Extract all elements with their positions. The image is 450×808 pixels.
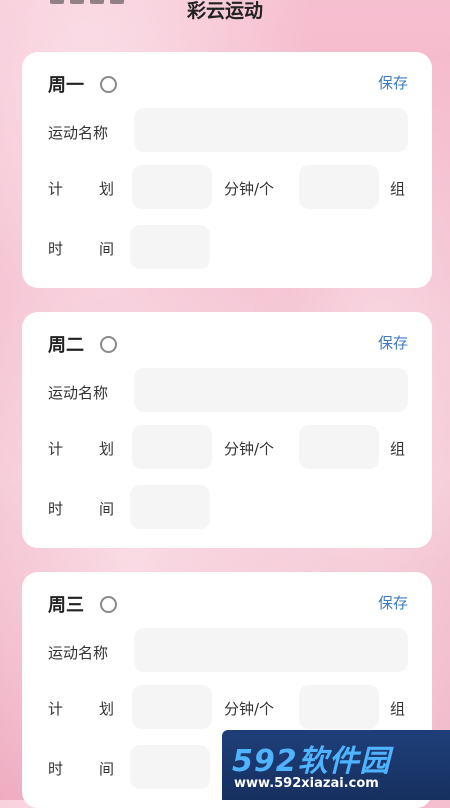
time-label-char-1: 时: [48, 760, 64, 778]
minutes-unit-label: 分钟/个: [224, 440, 275, 458]
plan-sets-input[interactable]: [299, 165, 379, 209]
card-header: 周二: [48, 332, 117, 356]
sets-unit-label: 组: [390, 440, 406, 458]
plan-label-char-2: 划: [98, 440, 114, 458]
save-button[interactable]: 保存: [378, 592, 408, 613]
time-label-char-2: 间: [98, 500, 114, 518]
card-header: 周一: [48, 72, 117, 96]
day-label: 周二: [48, 335, 84, 356]
time-label: 时间: [48, 498, 114, 519]
plan-label: 计划: [48, 438, 114, 459]
plan-label-char-1: 计: [48, 700, 64, 718]
exercise-name-label: 运动名称: [48, 644, 109, 662]
exercise-name-label: 运动名称: [48, 124, 109, 142]
plan-minutes-input[interactable]: [132, 165, 212, 209]
save-button[interactable]: 保存: [378, 72, 408, 93]
plan-minutes-input[interactable]: [132, 425, 212, 469]
day-select-radio[interactable]: [100, 595, 117, 613]
save-button[interactable]: 保存: [378, 332, 408, 353]
page-title: 彩云运动: [186, 0, 263, 22]
sets-unit-label: 组: [390, 180, 406, 198]
plan-label: 计划: [48, 698, 114, 719]
exercise-name-input[interactable]: [134, 108, 408, 152]
watermark-logo: 592软件园 www.592xiazai.com: [222, 730, 450, 800]
exercise-name-input[interactable]: [134, 628, 408, 672]
card-header: 周三: [48, 592, 117, 616]
day-card-tuesday: 周二 保存 运动名称 计划 分钟/个 组 时间: [22, 312, 432, 548]
day-select-radio[interactable]: [100, 335, 117, 353]
sets-unit-label: 组: [390, 700, 406, 718]
time-label-char-1: 时: [48, 500, 64, 518]
exercise-name-label: 运动名称: [48, 384, 109, 402]
watermark-url: www.592xiazai.com: [234, 776, 379, 791]
plan-sets-input[interactable]: [299, 425, 379, 469]
exercise-name-input[interactable]: [134, 368, 408, 412]
plan-label-char-2: 划: [98, 700, 114, 718]
day-label: 周一: [48, 75, 84, 96]
plan-sets-input[interactable]: [299, 685, 379, 729]
plan-minutes-input[interactable]: [132, 685, 212, 729]
time-label: 时间: [48, 758, 114, 779]
time-label-char-2: 间: [98, 240, 114, 258]
time-input[interactable]: [130, 485, 210, 529]
time-input[interactable]: [130, 745, 210, 789]
day-label: 周三: [48, 595, 84, 616]
time-label: 时间: [48, 238, 114, 259]
time-label-char-1: 时: [48, 240, 64, 258]
plan-label-char-2: 划: [98, 180, 114, 198]
plan-label-char-1: 计: [48, 440, 64, 458]
plan-label-char-1: 计: [48, 180, 64, 198]
minutes-unit-label: 分钟/个: [224, 700, 275, 718]
day-select-radio[interactable]: [100, 75, 117, 93]
time-input[interactable]: [130, 225, 210, 269]
plan-label: 计划: [48, 178, 114, 199]
day-card-monday: 周一 保存 运动名称 计划 分钟/个 组 时间: [22, 52, 432, 288]
watermark-brand: 592软件园: [232, 744, 391, 779]
minutes-unit-label: 分钟/个: [224, 180, 275, 198]
time-label-char-2: 间: [98, 760, 114, 778]
